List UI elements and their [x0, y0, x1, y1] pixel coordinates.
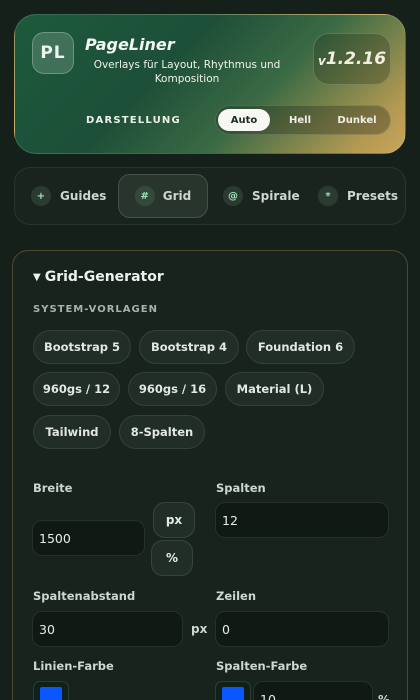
- columns-input[interactable]: [215, 502, 389, 538]
- preset-bootstrap-5[interactable]: Bootstrap 5: [33, 330, 131, 364]
- theme-option-hell[interactable]: Hell: [276, 109, 324, 131]
- app-header: PL PageLiner Overlays für Layout, Rhythm…: [14, 14, 406, 154]
- gutter-unit: px: [191, 622, 208, 636]
- theme-option-dunkel[interactable]: Dunkel: [329, 109, 385, 131]
- plus-icon: +: [31, 186, 51, 206]
- tab-label: Guides: [60, 189, 107, 203]
- width-label: Breite: [33, 481, 73, 495]
- gutter-input[interactable]: [32, 611, 183, 647]
- column-color-label: Spalten-Farbe: [216, 659, 308, 673]
- preset-960gs-16[interactable]: 960gs / 16: [128, 372, 217, 406]
- app-logo: PL: [32, 32, 74, 74]
- unit-px-button[interactable]: px: [153, 502, 195, 538]
- tab-label: Presets: [347, 189, 399, 203]
- theme-switch: Auto Hell Dunkel: [215, 105, 391, 135]
- panel-toggle[interactable]: ▼ Grid-Generator: [33, 269, 164, 285]
- preset-tailwind[interactable]: Tailwind: [33, 415, 111, 449]
- preset-960gs-12[interactable]: 960gs / 12: [33, 372, 120, 406]
- version-prefix: v: [317, 54, 326, 68]
- tab-label: Grid: [162, 189, 192, 203]
- grid-generator-panel: ▼ Grid-Generator SYSTEM-VORLAGEN Bootstra…: [12, 250, 408, 700]
- main-tabs: + Guides # Grid @ Spirale * Presets: [14, 167, 406, 225]
- tab-presets[interactable]: * Presets: [318, 174, 408, 218]
- app-subtitle: Overlays für Layout, Rhythmus und Kompos…: [93, 59, 281, 85]
- presets-label: SYSTEM-VORLAGEN: [33, 304, 158, 315]
- theme-label: DARSTELLUNG: [86, 115, 181, 126]
- gutter-label: Spaltenabstand: [33, 589, 136, 603]
- width-input[interactable]: [32, 520, 145, 556]
- rows-input[interactable]: [215, 611, 389, 647]
- unit-percent-button[interactable]: %: [151, 540, 193, 576]
- version-number: 1.2.16: [325, 49, 387, 69]
- column-color-picker[interactable]: [215, 681, 251, 700]
- tab-label: Spirale: [252, 189, 300, 203]
- triangle-down-icon: ▼: [33, 272, 41, 283]
- line-color-picker[interactable]: [33, 681, 69, 700]
- preset-foundation-6[interactable]: Foundation 6: [246, 330, 355, 364]
- preset-8-spalten[interactable]: 8-Spalten: [119, 415, 205, 449]
- theme-option-auto[interactable]: Auto: [218, 109, 270, 131]
- hash-icon: #: [134, 186, 155, 206]
- app-title: PageLiner: [85, 35, 175, 54]
- spiral-icon: @: [223, 186, 243, 206]
- tab-guides[interactable]: + Guides: [31, 174, 121, 218]
- column-opacity-input[interactable]: [253, 681, 373, 700]
- columns-label: Spalten: [216, 481, 266, 495]
- rows-label: Zeilen: [216, 589, 257, 603]
- opacity-unit: %: [378, 693, 391, 700]
- line-color-fill: [40, 687, 62, 700]
- column-color-fill: [222, 687, 244, 700]
- line-color-label: Linien-Farbe: [33, 659, 114, 673]
- tab-spirale[interactable]: @ Spirale: [223, 174, 315, 218]
- tab-grid[interactable]: # Grid: [118, 174, 208, 218]
- preset-bootstrap-4[interactable]: Bootstrap 4: [139, 330, 239, 364]
- version-badge: v 1.2.16: [313, 33, 391, 85]
- star-icon: *: [318, 186, 338, 206]
- panel-title: Grid-Generator: [44, 269, 164, 285]
- preset-material-l[interactable]: Material (L): [225, 372, 324, 406]
